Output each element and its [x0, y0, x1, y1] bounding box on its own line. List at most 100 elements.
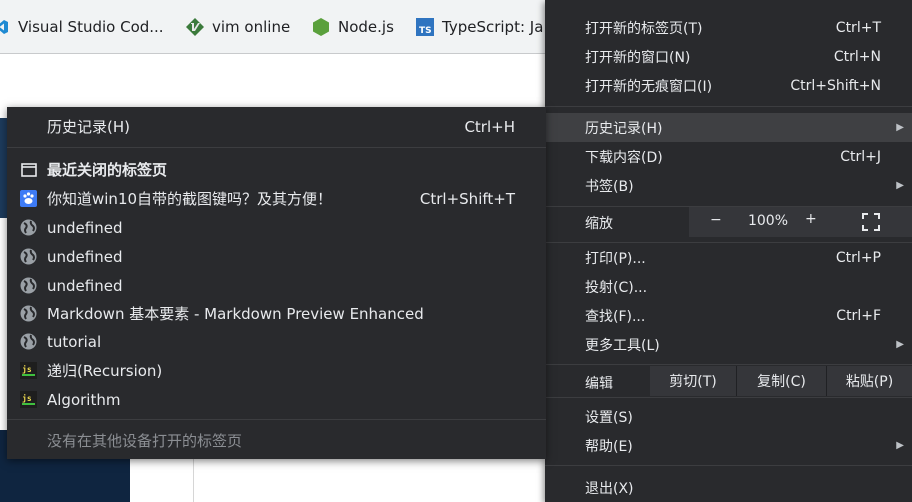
menu-label: 历史记录(H) — [585, 120, 663, 137]
bookmark-label: Visual Studio Cod... — [18, 18, 164, 36]
menu-divider — [545, 106, 912, 107]
nodejs-icon — [312, 18, 330, 36]
bookmark-vscode[interactable]: Visual Studio Cod... — [0, 12, 164, 42]
bookmark-typescript[interactable]: TS TypeScript: Ja — [416, 12, 543, 42]
edit-label: 编辑 — [585, 376, 613, 392]
recently-closed-header: 最近关闭的标签页 — [7, 155, 546, 184]
bookmark-nodejs[interactable]: Node.js — [312, 12, 394, 42]
menu-print[interactable]: 打印(P)... Ctrl+P — [545, 243, 912, 272]
menu-help[interactable]: 帮助(E) ▶ — [545, 431, 912, 460]
tab-icon — [20, 161, 37, 178]
history-item-full-history[interactable]: 历史记录(H) Ctrl+H — [7, 112, 546, 141]
svg-text:TS: TS — [419, 26, 432, 36]
menu-label: 退出(X) — [585, 480, 634, 497]
history-item[interactable]: js Algorithm — [7, 385, 546, 414]
menu-label: Markdown 基本要素 - Markdown Preview Enhance… — [47, 305, 424, 323]
menu-label: 设置(S) — [585, 409, 633, 426]
bookmark-label: TypeScript: Ja — [442, 18, 544, 36]
chevron-right-icon: ▶ — [896, 122, 904, 133]
menu-label: 递归(Recursion) — [47, 362, 163, 380]
menu-shortcut: Ctrl+H — [464, 117, 515, 136]
cut-label: 剪切(T) — [669, 374, 717, 390]
menu-shortcut: Ctrl+Shift+T — [419, 189, 515, 208]
menu-find[interactable]: 查找(F)... Ctrl+F — [545, 301, 912, 330]
menu-label: 帮助(E) — [585, 438, 633, 455]
menu-label: 打印(P)... — [585, 250, 646, 267]
paste-label: 粘贴(P) — [845, 374, 894, 390]
history-item[interactable]: undefined — [7, 271, 546, 300]
baidu-icon — [20, 190, 37, 207]
history-item[interactable]: undefined — [7, 213, 546, 242]
bookmark-label: Node.js — [338, 18, 394, 36]
history-item[interactable]: 你知道win10自带的截图键吗？及其方便！ Ctrl+Shift+T — [7, 184, 546, 213]
typescript-icon: TS — [416, 18, 434, 36]
menu-label: 最近关闭的标签页 — [47, 161, 168, 179]
bookmark-vim[interactable]: vim online — [186, 12, 290, 42]
chrome-main-menu: 打开新的标签页(T) Ctrl+T 打开新的窗口(N) Ctrl+N 打开新的无… — [545, 0, 912, 502]
chevron-right-icon: ▶ — [896, 339, 904, 350]
copy-label: 复制(C) — [757, 374, 806, 390]
svg-text:js: js — [22, 393, 32, 403]
menu-label: 打开新的无痕窗口(I) — [585, 78, 713, 95]
history-item[interactable]: Markdown 基本要素 - Markdown Preview Enhance… — [7, 299, 546, 328]
menu-divider — [7, 147, 546, 148]
edit-divider — [736, 366, 737, 396]
menu-label: 历史记录(H) — [47, 118, 130, 136]
menu-label: 打开新的标签页(T) — [585, 20, 703, 37]
vscode-icon — [0, 18, 10, 36]
globe-icon — [20, 248, 37, 265]
menu-label: 更多工具(L) — [585, 337, 660, 354]
edit-divider — [826, 366, 827, 396]
menu-shortcut: Ctrl+P — [835, 249, 881, 266]
menu-history[interactable]: 历史记录(H) ▶ — [545, 113, 912, 142]
menu-divider — [545, 465, 912, 466]
menu-divider — [7, 419, 546, 420]
menu-divider — [545, 364, 912, 365]
menu-label: 下载内容(D) — [585, 149, 663, 166]
menu-edit-row: 编辑 剪切(T) 复制(C) 粘贴(P) — [545, 366, 912, 396]
menu-new-window[interactable]: 打开新的窗口(N) Ctrl+N — [545, 42, 912, 71]
vim-icon — [186, 18, 204, 36]
menu-bookmarks[interactable]: 书签(B) ▶ — [545, 171, 912, 200]
menu-label: 查找(F)... — [585, 308, 646, 325]
menu-downloads[interactable]: 下载内容(D) Ctrl+J — [545, 142, 912, 171]
menu-label: 投射(C)... — [585, 279, 648, 296]
globe-icon — [20, 305, 37, 322]
zoom-in-button[interactable]: + — [805, 211, 817, 227]
history-item[interactable]: js 递归(Recursion) — [7, 356, 546, 385]
zoom-level: 100% — [747, 213, 789, 229]
chevron-right-icon: ▶ — [896, 180, 904, 191]
menu-shortcut: Ctrl+J — [840, 148, 881, 165]
globe-icon — [20, 333, 37, 350]
menu-label: Algorithm — [47, 390, 121, 409]
history-submenu: 历史记录(H) Ctrl+H 最近关闭的标签页 你知道win10自带的截图键吗？… — [7, 107, 546, 459]
bookmark-label: vim online — [212, 18, 291, 36]
globe-icon — [20, 219, 37, 236]
paste-button[interactable]: 粘贴(P) — [827, 366, 912, 396]
menu-shortcut: Ctrl+F — [836, 307, 881, 324]
menu-shortcut: Ctrl+Shift+N — [790, 77, 881, 94]
menu-more-tools[interactable]: 更多工具(L) ▶ — [545, 330, 912, 359]
cut-button[interactable]: 剪切(T) — [650, 366, 736, 396]
copy-button[interactable]: 复制(C) — [737, 366, 826, 396]
menu-label: 你知道win10自带的截图键吗？及其方便！ — [47, 190, 333, 208]
chevron-right-icon: ▶ — [896, 440, 904, 451]
globe-icon — [20, 277, 37, 294]
zoom-label: 缩放 — [585, 216, 613, 232]
menu-label: 打开新的窗口(N) — [585, 49, 691, 66]
menu-shortcut: Ctrl+N — [833, 48, 881, 65]
menu-label: tutorial — [47, 332, 102, 351]
menu-new-tab[interactable]: 打开新的标签页(T) Ctrl+T — [545, 13, 912, 42]
menu-settings[interactable]: 设置(S) — [545, 402, 912, 431]
history-item[interactable]: undefined — [7, 242, 546, 271]
menu-new-incognito-window[interactable]: 打开新的无痕窗口(I) Ctrl+Shift+N — [545, 71, 912, 100]
menu-shortcut: Ctrl+T — [835, 19, 881, 36]
history-item[interactable]: tutorial — [7, 327, 546, 356]
js-icon: js — [20, 391, 37, 408]
menu-cast[interactable]: 投射(C)... — [545, 272, 912, 301]
menu-exit[interactable]: 退出(X) — [545, 473, 912, 502]
menu-label: undefined — [47, 247, 123, 266]
zoom-out-button[interactable]: − — [710, 212, 722, 228]
menu-label: 书签(B) — [585, 178, 634, 195]
fullscreen-icon[interactable] — [862, 213, 880, 231]
